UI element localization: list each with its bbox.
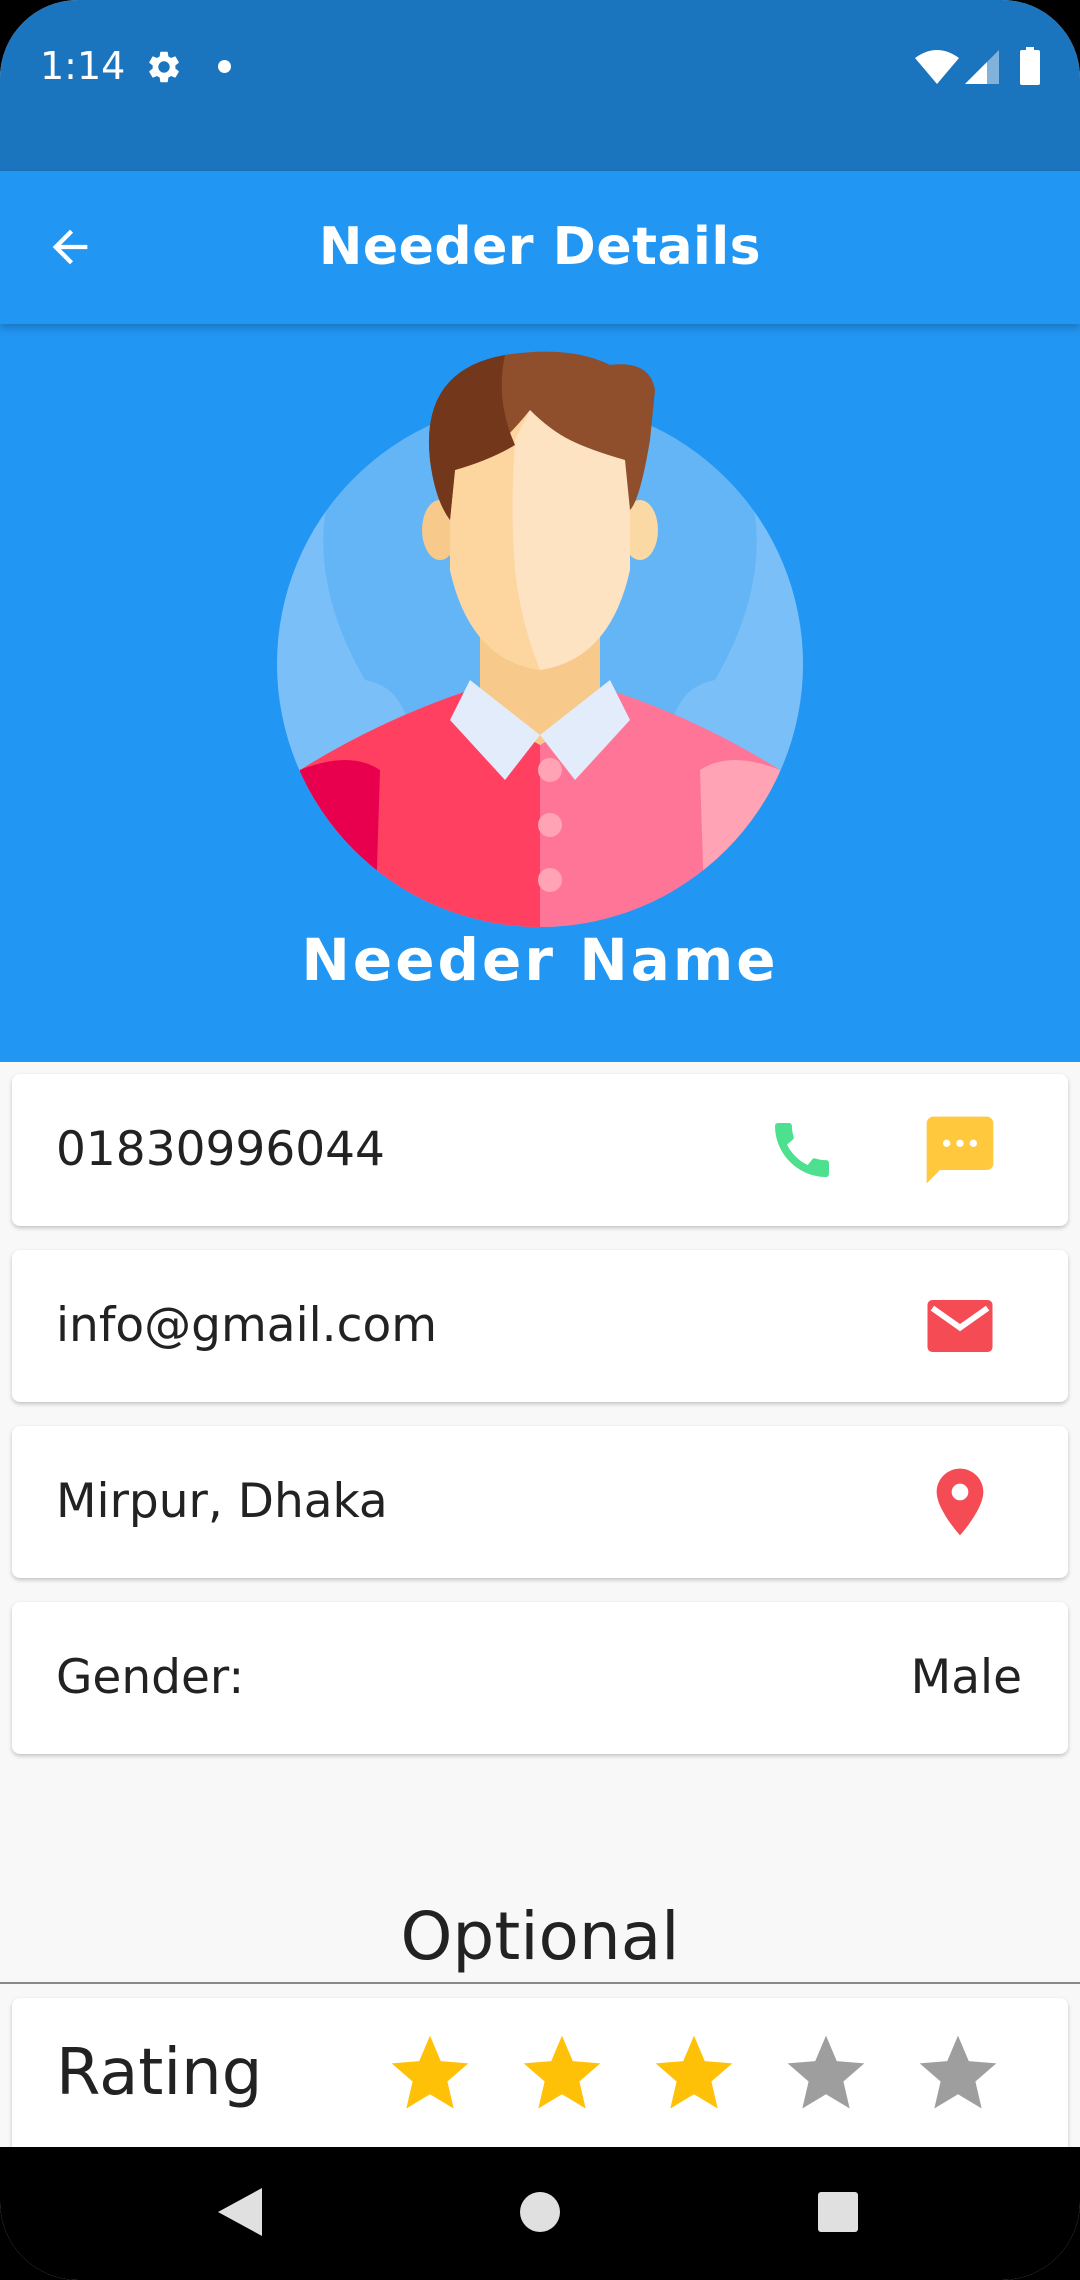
phone-card: 01830996044 [12, 1074, 1068, 1226]
message-button[interactable] [920, 1110, 1000, 1190]
mail-icon [927, 1300, 993, 1352]
divider [0, 1982, 1080, 1984]
star-icon[interactable] [646, 2028, 742, 2120]
star-icon[interactable] [514, 2028, 610, 2120]
email-address: info@gmail.com [56, 1298, 438, 1353]
phone-number: 01830996044 [56, 1122, 385, 1177]
notification-dot-icon [218, 60, 231, 73]
nav-recents-button[interactable] [803, 2177, 873, 2247]
star-icon[interactable] [382, 2028, 478, 2120]
square-recents-icon [818, 2192, 858, 2232]
gender-value: Male [910, 1650, 1022, 1705]
wifi-icon [915, 50, 959, 84]
signal-icon [965, 50, 999, 84]
avatar [277, 351, 803, 927]
profile-header: Needer Name [0, 324, 1080, 1062]
address-text: Mirpur, Dhaka [56, 1474, 388, 1529]
arrow-back-icon [52, 229, 88, 265]
gender-label: Gender: [56, 1650, 245, 1705]
gear-icon [149, 51, 179, 83]
email-card: info@gmail.com [12, 1250, 1068, 1402]
back-button[interactable] [30, 207, 110, 287]
rating-card: Rating [12, 1998, 1068, 2158]
phone-icon [775, 1123, 829, 1177]
star-icon[interactable] [910, 2028, 1006, 2120]
location-button[interactable] [920, 1462, 1000, 1542]
app-screen: 1:14 Needer Details Needer Name 01830996… [0, 0, 1080, 2280]
status-time: 1:14 [40, 44, 126, 88]
gender-card: Gender: Male [12, 1602, 1068, 1754]
nav-back-button[interactable] [205, 2177, 275, 2247]
profile-name: Needer Name [301, 926, 779, 994]
message-icon [926, 1116, 994, 1184]
star-icon[interactable] [778, 2028, 874, 2120]
triangle-back-icon [218, 2188, 262, 2236]
circle-home-icon [520, 2192, 560, 2232]
call-button[interactable] [762, 1110, 842, 1190]
status-bar: 1:14 [0, 0, 1080, 171]
app-bar: Needer Details [0, 171, 1080, 324]
battery-icon [1020, 47, 1040, 85]
nav-home-button[interactable] [505, 2177, 575, 2247]
address-card: Mirpur, Dhaka [12, 1426, 1068, 1578]
optional-section-title: Optional [400, 1898, 680, 1975]
location-pin-icon [936, 1468, 984, 1536]
rating-label: Rating [56, 2036, 263, 2110]
page-title: Needer Details [318, 217, 762, 277]
system-nav-bar [0, 2147, 1080, 2280]
email-button[interactable] [920, 1286, 1000, 1366]
